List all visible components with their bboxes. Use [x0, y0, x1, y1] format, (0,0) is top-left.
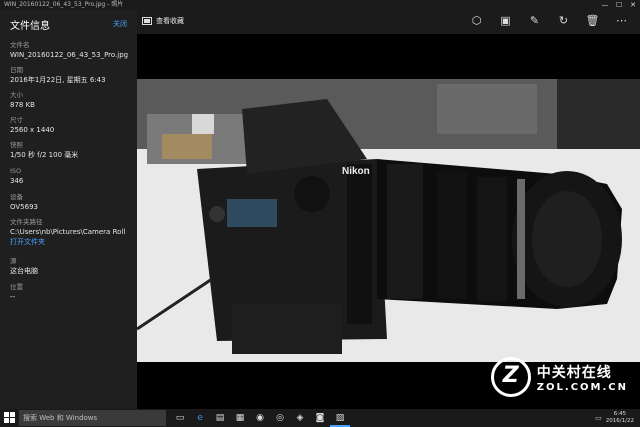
- camera-icon[interactable]: ◙: [310, 409, 330, 427]
- enhance-icon[interactable]: ⬡: [462, 14, 491, 27]
- field-key: 文件名: [10, 41, 30, 49]
- toolbar-actions: ⬡ ▣ ✎ ↻ 🗑 ⋯: [462, 14, 636, 27]
- view-favorites-button[interactable]: 查看收藏: [142, 16, 184, 26]
- panel-close-button[interactable]: 关闭: [113, 19, 127, 29]
- field-key: ISO: [10, 167, 22, 175]
- field-location: 位置 --: [10, 282, 23, 302]
- view-favorites-label: 查看收藏: [156, 17, 184, 25]
- field-dimensions: 尺寸 2560 x 1440: [10, 115, 54, 135]
- panel-title: 文件信息: [10, 21, 50, 32]
- camera-photo: Nikon: [137, 79, 640, 362]
- field-key: 位置: [10, 283, 23, 291]
- field-date: 日期 2016年1月22日, 星期五 6:43: [10, 65, 106, 85]
- app-icon-1[interactable]: ◉: [250, 409, 270, 427]
- field-device: 设备 OV5693: [10, 192, 38, 212]
- taskbar-search[interactable]: 搜索 Web 和 Windows: [19, 410, 166, 426]
- explorer-icon[interactable]: ▤: [210, 409, 230, 427]
- system-tray: ▭ 6:45 2016/1/22: [595, 409, 634, 427]
- field-key: 设备: [10, 193, 23, 201]
- window-title: WIN_20160122_06_43_53_Pro.jpg - 照片: [4, 1, 124, 8]
- field-key: 日期: [10, 66, 23, 74]
- photo-toolbar: 查看收藏 ⬡ ▣ ✎ ↻ 🗑 ⋯: [137, 10, 640, 34]
- notification-icon[interactable]: ▭: [595, 414, 602, 422]
- task-view-icon[interactable]: ▭: [170, 409, 190, 427]
- taskbar-apps: ▭ e ▤ ▦ ◉ ◎ ◈ ◙ ▨: [170, 409, 350, 427]
- file-info-panel: 文件信息 关闭 文件名 WIN_20160122_06_43_53_Pro.jp…: [0, 10, 137, 409]
- title-bar: WIN_20160122_06_43_53_Pro.jpg - 照片 — ☐ ✕: [0, 0, 640, 10]
- field-value: C:\Users\nb\Pictures\Camera Roll: [10, 228, 126, 236]
- field-key: 大小: [10, 91, 23, 99]
- svg-text:Nikon: Nikon: [342, 166, 370, 177]
- folder-icon: [142, 17, 152, 25]
- app-icon-2[interactable]: ◎: [270, 409, 290, 427]
- taskbar: 搜索 Web 和 Windows ▭ e ▤ ▦ ◉ ◎ ◈ ◙ ▨ ▭ 6:4…: [0, 409, 640, 427]
- field-exposure: 快照 1/50 秒 f/2 100 毫米: [10, 140, 78, 160]
- zol-watermark: Z 中关村在线 ZOL.COM.CN: [490, 357, 628, 397]
- more-icon[interactable]: ⋯: [607, 14, 636, 27]
- field-folder-path: 文件夹路径 C:\Users\nb\Pictures\Camera Roll 打…: [10, 217, 125, 247]
- field-value: 1/50 秒 f/2 100 毫米: [10, 151, 79, 159]
- field-key: 源: [10, 257, 17, 265]
- field-filename: 文件名 WIN_20160122_06_43_53_Pro.jpg: [10, 40, 128, 60]
- photo-viewer[interactable]: Nikon Z 中关村在线 ZOL.COM.CN: [137, 34, 640, 409]
- field-size: 大小 878 KB: [10, 90, 35, 110]
- edge-icon[interactable]: e: [190, 409, 210, 427]
- field-value: WIN_20160122_06_43_53_Pro.jpg: [10, 51, 129, 59]
- watermark-cn: 中关村在线: [536, 364, 612, 381]
- rotate-icon[interactable]: ↻: [549, 14, 578, 27]
- clock-date: 2016/1/22: [605, 418, 634, 424]
- clock[interactable]: 6:45 2016/1/22: [606, 411, 634, 425]
- delete-icon[interactable]: 🗑: [578, 14, 607, 27]
- app-icon-3[interactable]: ◈: [290, 409, 310, 427]
- field-value: 2560 x 1440: [10, 126, 55, 134]
- field-value: 346: [10, 177, 24, 185]
- windows-start-icon[interactable]: [4, 412, 15, 423]
- maximize-button[interactable]: ☐: [612, 0, 626, 10]
- slideshow-icon[interactable]: ▣: [491, 14, 520, 27]
- field-key: 尺寸: [10, 116, 23, 124]
- field-iso: ISO 346: [10, 166, 23, 186]
- field-key: 快照: [10, 141, 23, 149]
- zol-logo: Z: [490, 357, 531, 397]
- clock-time: 6:45: [613, 411, 627, 417]
- close-window-button[interactable]: ✕: [626, 0, 640, 10]
- field-value: --: [10, 293, 16, 301]
- edit-icon[interactable]: ✎: [520, 14, 549, 27]
- field-value: 2016年1月22日, 星期五 6:43: [10, 76, 106, 84]
- minimize-button[interactable]: —: [598, 0, 612, 10]
- field-value: OV5693: [10, 203, 38, 211]
- watermark-en: ZOL.COM.CN: [536, 381, 628, 393]
- store-icon[interactable]: ▦: [230, 409, 250, 427]
- field-value: 878 KB: [10, 101, 35, 109]
- photos-icon[interactable]: ▨: [330, 409, 350, 427]
- field-key: 文件夹路径: [10, 218, 43, 226]
- field-value: 这台电脑: [10, 267, 38, 275]
- field-source: 源 这台电脑: [10, 256, 38, 276]
- watermark-text: 中关村在线 ZOL.COM.CN: [537, 362, 628, 393]
- window-controls: — ☐ ✕: [598, 0, 640, 10]
- open-folder-link[interactable]: 打开文件夹: [10, 237, 125, 247]
